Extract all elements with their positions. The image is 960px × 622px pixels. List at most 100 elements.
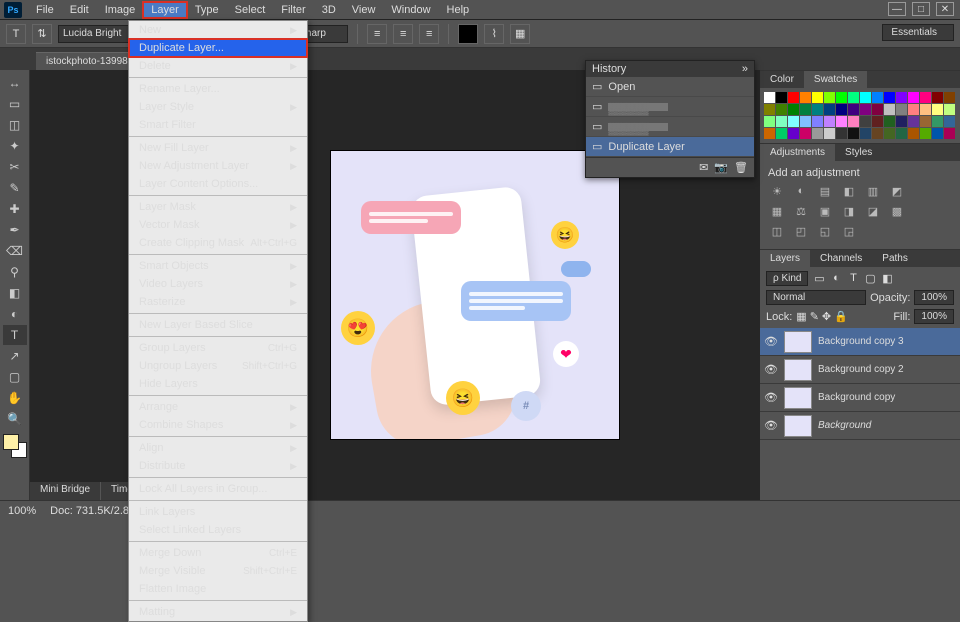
swatch[interactable] [764, 128, 775, 139]
tab-swatches[interactable]: Swatches [804, 71, 867, 88]
menu-item-layer-mask[interactable]: Layer Mask▶ [129, 198, 307, 216]
swatch[interactable] [836, 104, 847, 115]
history-action-icon[interactable]: 📷 [714, 161, 728, 174]
layer-filter-icon[interactable]: ◧ [880, 272, 894, 285]
adjustment-icon[interactable]: ▣ [816, 203, 834, 219]
swatch[interactable] [776, 104, 787, 115]
menu-item-flatten-image[interactable]: Flatten Image [129, 580, 307, 598]
swatch[interactable] [944, 104, 955, 115]
swatch[interactable] [788, 128, 799, 139]
menu-select[interactable]: Select [227, 2, 274, 18]
tool-7[interactable]: ✒ [3, 220, 27, 240]
swatch[interactable] [908, 104, 919, 115]
workspace-switcher[interactable]: Essentials [882, 24, 954, 41]
menu-item-new-layer-based-slice[interactable]: New Layer Based Slice [129, 316, 307, 334]
tab-mini-bridge[interactable]: Mini Bridge [30, 482, 101, 500]
swatch[interactable] [776, 128, 787, 139]
menu-type[interactable]: Type [187, 2, 227, 18]
menu-edit[interactable]: Edit [62, 2, 97, 18]
swatch[interactable] [908, 128, 919, 139]
menu-item-smart-objects[interactable]: Smart Objects▶ [129, 257, 307, 275]
tool-16[interactable]: 🔍 [3, 409, 27, 429]
adjustment-icon[interactable]: ◰ [792, 223, 810, 239]
adjustment-icon[interactable]: ◐ [792, 183, 810, 199]
visibility-icon[interactable]: 👁 [764, 391, 778, 404]
tool-14[interactable]: ▢ [3, 367, 27, 387]
tool-4[interactable]: ✂ [3, 157, 27, 177]
swatch[interactable] [848, 104, 859, 115]
menu-item-new[interactable]: New▶ [129, 21, 307, 39]
swatch[interactable] [932, 116, 943, 127]
warp-text-icon[interactable]: ⌇ [484, 24, 504, 44]
swatch[interactable] [812, 116, 823, 127]
align-center-icon[interactable]: ≡ [393, 24, 413, 44]
swatch[interactable] [824, 116, 835, 127]
character-panel-icon[interactable]: ▦ [510, 24, 530, 44]
document-canvas[interactable]: 😍 😆 😆 ❤ # [330, 150, 620, 440]
tool-12[interactable]: T [3, 325, 27, 345]
tool-11[interactable]: ◐ [3, 304, 27, 324]
swatch[interactable] [872, 104, 883, 115]
swatch[interactable] [776, 116, 787, 127]
layer-filter-icon[interactable]: T [846, 272, 860, 285]
tool-13[interactable]: ↗ [3, 346, 27, 366]
layer-row[interactable]: 👁Background copy 2 [760, 356, 960, 384]
tab-color[interactable]: Color [760, 71, 804, 88]
tool-15[interactable]: ✋ [3, 388, 27, 408]
layer-filter-kind[interactable]: ρ Kind [766, 271, 808, 286]
adjustment-icon[interactable]: ◪ [864, 203, 882, 219]
swatch[interactable] [896, 104, 907, 115]
menu-item-duplicate-layer[interactable]: Duplicate Layer... [129, 39, 307, 57]
layer-thumbnail[interactable] [784, 415, 812, 437]
menu-help[interactable]: Help [439, 2, 478, 18]
swatch[interactable] [800, 104, 811, 115]
tab-layers[interactable]: Layers [760, 250, 810, 267]
visibility-icon[interactable]: 👁 [764, 419, 778, 432]
menu-file[interactable]: File [28, 2, 62, 18]
tool-1[interactable]: ▭ [3, 94, 27, 114]
menu-item-hide-layers[interactable]: Hide Layers [129, 375, 307, 393]
swatch[interactable] [920, 104, 931, 115]
swatch[interactable] [884, 104, 895, 115]
menu-view[interactable]: View [344, 2, 384, 18]
swatch[interactable] [896, 128, 907, 139]
menu-layer[interactable]: Layer [143, 2, 187, 18]
history-action-icon[interactable]: 🗑 [734, 161, 748, 174]
lock-icon[interactable]: ✎ [810, 310, 819, 323]
swatch[interactable] [812, 92, 823, 103]
layer-thumbnail[interactable] [784, 359, 812, 381]
menu-item-merge-down[interactable]: Merge DownCtrl+E [129, 544, 307, 562]
menu-image[interactable]: Image [97, 2, 144, 18]
swatch[interactable] [860, 116, 871, 127]
swatch[interactable] [824, 104, 835, 115]
visibility-icon[interactable]: 👁 [764, 363, 778, 376]
swatch[interactable] [908, 116, 919, 127]
history-row[interactable]: ▭▓▓▓▓▓ [586, 97, 754, 117]
swatch[interactable] [884, 116, 895, 127]
menu-item-matting[interactable]: Matting▶ [129, 603, 307, 621]
swatch[interactable] [944, 92, 955, 103]
swatch[interactable] [920, 128, 931, 139]
menu-item-new-adjustment-layer[interactable]: New Adjustment Layer▶ [129, 157, 307, 175]
blend-mode-select[interactable]: Normal [766, 290, 866, 305]
adjustment-icon[interactable]: ◱ [816, 223, 834, 239]
menu-item-new-fill-layer[interactable]: New Fill Layer▶ [129, 139, 307, 157]
swatch[interactable] [800, 92, 811, 103]
swatch[interactable] [824, 128, 835, 139]
swatch[interactable] [920, 116, 931, 127]
swatch[interactable] [896, 116, 907, 127]
adjustment-icon[interactable]: ▥ [864, 183, 882, 199]
layer-thumbnail[interactable] [784, 331, 812, 353]
menu-item-layer-style[interactable]: Layer Style▶ [129, 98, 307, 116]
layer-row[interactable]: 👁Background [760, 412, 960, 440]
align-right-icon[interactable]: ≡ [419, 24, 439, 44]
tab-adjustments[interactable]: Adjustments [760, 144, 835, 161]
swatch[interactable] [848, 116, 859, 127]
history-row[interactable]: ▭Open [586, 77, 754, 97]
tab-styles[interactable]: Styles [835, 144, 882, 161]
opacity-field[interactable]: 100% [914, 290, 954, 305]
adjustment-icon[interactable]: ☀ [768, 183, 786, 199]
swatch[interactable] [848, 128, 859, 139]
tool-3[interactable]: ✦ [3, 136, 27, 156]
swatch[interactable] [908, 92, 919, 103]
